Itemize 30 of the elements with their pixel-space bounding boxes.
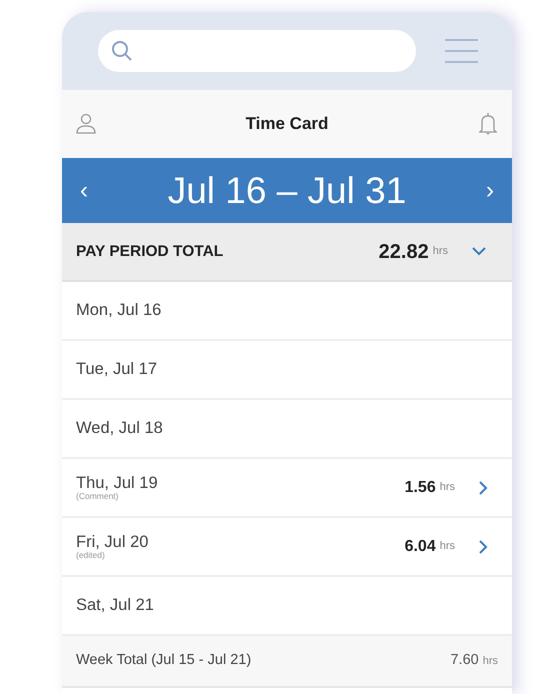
hours-unit: hrs bbox=[482, 654, 498, 669]
date-range: Jul 16 – Jul 31 bbox=[168, 168, 406, 213]
search-field[interactable] bbox=[98, 30, 416, 72]
day-note: (Comment) bbox=[76, 492, 120, 501]
previous-period-button[interactable]: ‹ bbox=[80, 172, 88, 208]
day-date: Thu, Jul 19 bbox=[76, 474, 159, 492]
day-date: Mon, Jul 16 bbox=[76, 301, 162, 320]
hours-unit: hrs bbox=[440, 480, 455, 496]
chevron-right-icon[interactable] bbox=[479, 480, 488, 494]
week-total-hours: 7.60 bbox=[450, 651, 479, 670]
user-icon[interactable] bbox=[76, 113, 96, 135]
pay-period-label: PAY PERIOD TOTAL bbox=[76, 242, 224, 262]
day-date: Sat, Jul 21 bbox=[76, 596, 155, 615]
screen-title: Time Card bbox=[246, 113, 328, 136]
week-total-label: Week Total (Jul 15 - Jul 21) bbox=[76, 651, 252, 670]
day-date: Fri, Jul 20 bbox=[76, 533, 150, 552]
day-date: Tue, Jul 17 bbox=[76, 360, 158, 379]
hours-unit: hrs bbox=[432, 244, 448, 260]
search-icon bbox=[110, 39, 134, 63]
bell-icon[interactable] bbox=[478, 112, 498, 136]
chevron-down-icon[interactable] bbox=[472, 247, 486, 256]
menu-icon[interactable] bbox=[445, 38, 478, 64]
total-hours: 22.82 bbox=[378, 240, 429, 264]
day-hours: 6.04 bbox=[404, 536, 436, 556]
day-date: Wed, Jul 18 bbox=[76, 419, 164, 438]
day-hours: 1.56 bbox=[404, 478, 436, 498]
day-note: (edited) bbox=[76, 551, 106, 560]
hours-unit: hrs bbox=[440, 539, 455, 554]
next-period-button[interactable]: › bbox=[486, 172, 494, 208]
chevron-right-icon[interactable] bbox=[479, 540, 488, 554]
